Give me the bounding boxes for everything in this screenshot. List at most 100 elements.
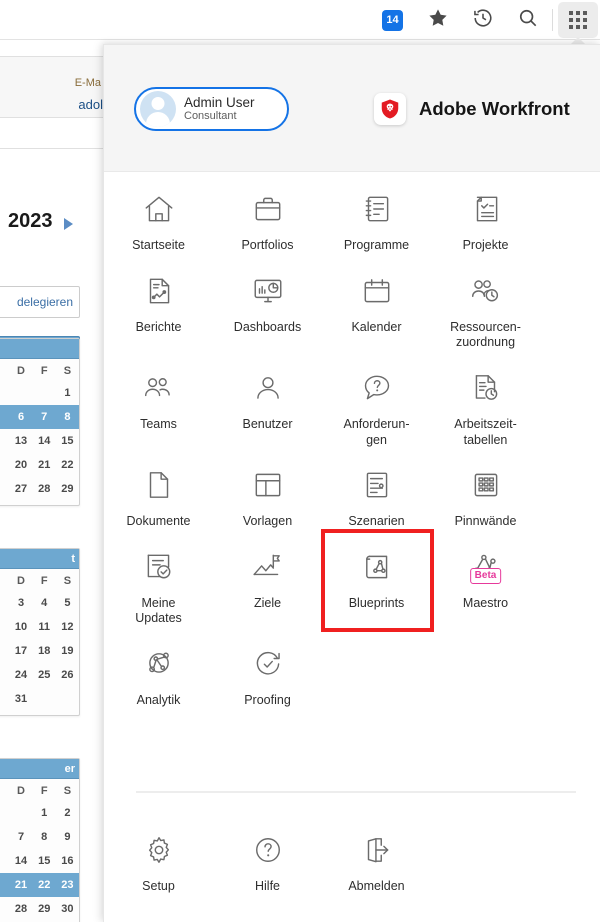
calendar-day[interactable]: 7 (33, 411, 56, 423)
calendar-day[interactable]: 3 (9, 597, 32, 609)
app-item-dashboards[interactable]: Dashboards (213, 254, 322, 351)
calendar-day[interactable]: 8 (56, 411, 79, 423)
delegate-button[interactable]: delegieren (0, 286, 80, 318)
calendar-day[interactable]: 18 (33, 645, 56, 657)
app-item-startseite[interactable]: Startseite (104, 172, 213, 254)
extension-badge: 14 (382, 9, 403, 31)
calendar-week-row: 14 15 16 (0, 849, 79, 873)
calendar-day[interactable]: 15 (56, 435, 79, 447)
calendar-day[interactable]: 19 (56, 645, 79, 657)
app-item-berichte[interactable]: Berichte (104, 254, 213, 351)
calendar-day[interactable]: 6 (9, 411, 32, 423)
calendar-day[interactable]: 21 (33, 459, 56, 471)
user-text: Admin User Consultant (184, 95, 255, 123)
app-grid: Startseite Portfolios Programme Projekte Ber… (104, 172, 600, 709)
calendar-week-row: 27 28 29 (0, 477, 79, 501)
calendar-day[interactable]: 31 (9, 693, 32, 705)
apps-grid-button[interactable] (555, 0, 600, 45)
bookmark-star-button[interactable] (415, 0, 460, 40)
extension-badge-button[interactable]: 14 (370, 0, 415, 40)
calendar-day[interactable]: 4 (33, 597, 56, 609)
search-button[interactable] (505, 0, 550, 40)
calendar-day[interactable]: 5 (56, 597, 79, 609)
app-item-meine-updates[interactable]: Meine Updates (104, 530, 213, 627)
calendar-day[interactable]: 28 (33, 483, 56, 495)
calendar-day[interactable]: 28 (9, 903, 32, 915)
next-year-arrow-icon[interactable] (64, 218, 73, 230)
app-item-blueprints[interactable]: Blueprints (322, 530, 431, 627)
app-item-analytik[interactable]: Analytik (104, 627, 213, 709)
calendar-day[interactable]: 30 (56, 903, 79, 915)
calendar-day[interactable]: 25 (33, 669, 56, 681)
calendar-day[interactable]: 23 (56, 879, 79, 891)
app-menu-panel: Admin User Consultant Adobe Workfront St… (103, 44, 600, 922)
calendar-day[interactable]: 11 (33, 621, 56, 633)
app-item-portfolios[interactable]: Portfolios (213, 172, 322, 254)
calendar-weekday: F (40, 575, 48, 587)
calendar-day[interactable]: 29 (33, 903, 56, 915)
app-item-label: Berichte (135, 319, 182, 334)
app-row: Berichte Dashboards Kalender Ressourcen-zuo… (104, 254, 600, 351)
calendar-day[interactable]: 22 (33, 879, 56, 891)
app-item-kalender[interactable]: Kalender (322, 254, 431, 351)
calendar-day[interactable]: 17 (9, 645, 32, 657)
user-pill[interactable]: Admin User Consultant (134, 87, 289, 131)
calendar-day[interactable]: 12 (56, 621, 79, 633)
app-item-label: Maestro (462, 595, 509, 610)
app-row: Dokumente Vorlagen Szenarien Pinnwände (104, 448, 600, 530)
user-role: Consultant (184, 110, 237, 123)
calendar-weekday: S (63, 365, 72, 377)
calendar-day[interactable]: 21 (9, 879, 32, 891)
calendar-day[interactable]: 1 (33, 807, 56, 819)
person-icon (245, 365, 291, 411)
gantt-icon (354, 462, 400, 508)
app-item-projekte[interactable]: Projekte (431, 172, 540, 254)
app-item-proofing[interactable]: Proofing (213, 627, 322, 709)
calendar-day[interactable]: 13 (9, 435, 32, 447)
calendar-weekday: D (17, 365, 25, 377)
bookmark-star-icon (427, 7, 449, 34)
app-item-arbeitszeittabellen[interactable]: Arbeitszeit-tabellen (431, 351, 540, 448)
calendar-widget[interactable]: t D F S 3 4 5 10 11 12 17 18 19 24 25 26 31 (0, 548, 80, 716)
app-item-dokumente[interactable]: Dokumente (104, 448, 213, 530)
app-item-anforderungen[interactable]: Anforderun-gen (322, 351, 431, 448)
app-row: Meine Updates Ziele Blueprints Beta Maestro (104, 530, 600, 627)
app-item-szenarien[interactable]: Szenarien (322, 448, 431, 530)
blueprint-icon (354, 544, 400, 590)
app-item-vorlagen[interactable]: Vorlagen (213, 448, 322, 530)
app-item-label: Pinnwände (454, 514, 517, 529)
calendar-day[interactable]: 8 (33, 831, 56, 843)
calendar-day[interactable]: 26 (56, 669, 79, 681)
question-circle-icon (245, 827, 291, 873)
app-item-benutzer[interactable]: Benutzer (213, 351, 322, 448)
app-item-pinnwaende[interactable]: Pinnwände (431, 448, 540, 530)
app-item-maestro[interactable]: Beta Maestro (431, 530, 540, 627)
calendar-day[interactable]: 7 (9, 831, 32, 843)
calendar-day[interactable]: 15 (33, 855, 56, 867)
calendar-day[interactable]: 14 (9, 855, 32, 867)
calendar-day[interactable]: 2 (56, 807, 79, 819)
calendar-grid: D F S 1 6 7 8 13 14 15 20 21 22 27 28 29 (0, 359, 79, 505)
app-item-hilfe[interactable]: Hilfe (213, 813, 322, 895)
app-item-teams[interactable]: Teams (104, 351, 213, 448)
calendar-day[interactable]: 22 (56, 459, 79, 471)
calendar-widget[interactable]: D F S 1 6 7 8 13 14 15 20 21 22 27 28 29 (0, 338, 80, 506)
calendar-widget[interactable]: er D F S 1 2 7 8 9 14 15 16 21 22 23 28 29 30 (0, 758, 80, 922)
calendar-day[interactable]: 29 (56, 483, 79, 495)
document-clock-icon (463, 365, 509, 411)
app-item-setup[interactable]: Setup (104, 813, 213, 895)
calendar-day[interactable]: 14 (33, 435, 56, 447)
app-item-programme[interactable]: Programme (322, 172, 431, 254)
calendar-day[interactable]: 27 (9, 483, 32, 495)
calendar-day[interactable]: 10 (9, 621, 32, 633)
calendar-day[interactable]: 16 (56, 855, 79, 867)
calendar-day[interactable]: 1 (56, 387, 79, 399)
app-item-ressourcenzuordnung[interactable]: Ressourcen-zuordnung (431, 254, 540, 351)
history-button[interactable] (460, 0, 505, 40)
app-item-ziele[interactable]: Ziele (213, 530, 322, 627)
calendar-day[interactable]: 24 (9, 669, 32, 681)
calendar-day[interactable]: 9 (56, 831, 79, 843)
calendar-day[interactable]: 20 (9, 459, 32, 471)
app-item-label: Hilfe (254, 879, 280, 893)
app-item-abmelden[interactable]: Abmelden (322, 813, 431, 895)
